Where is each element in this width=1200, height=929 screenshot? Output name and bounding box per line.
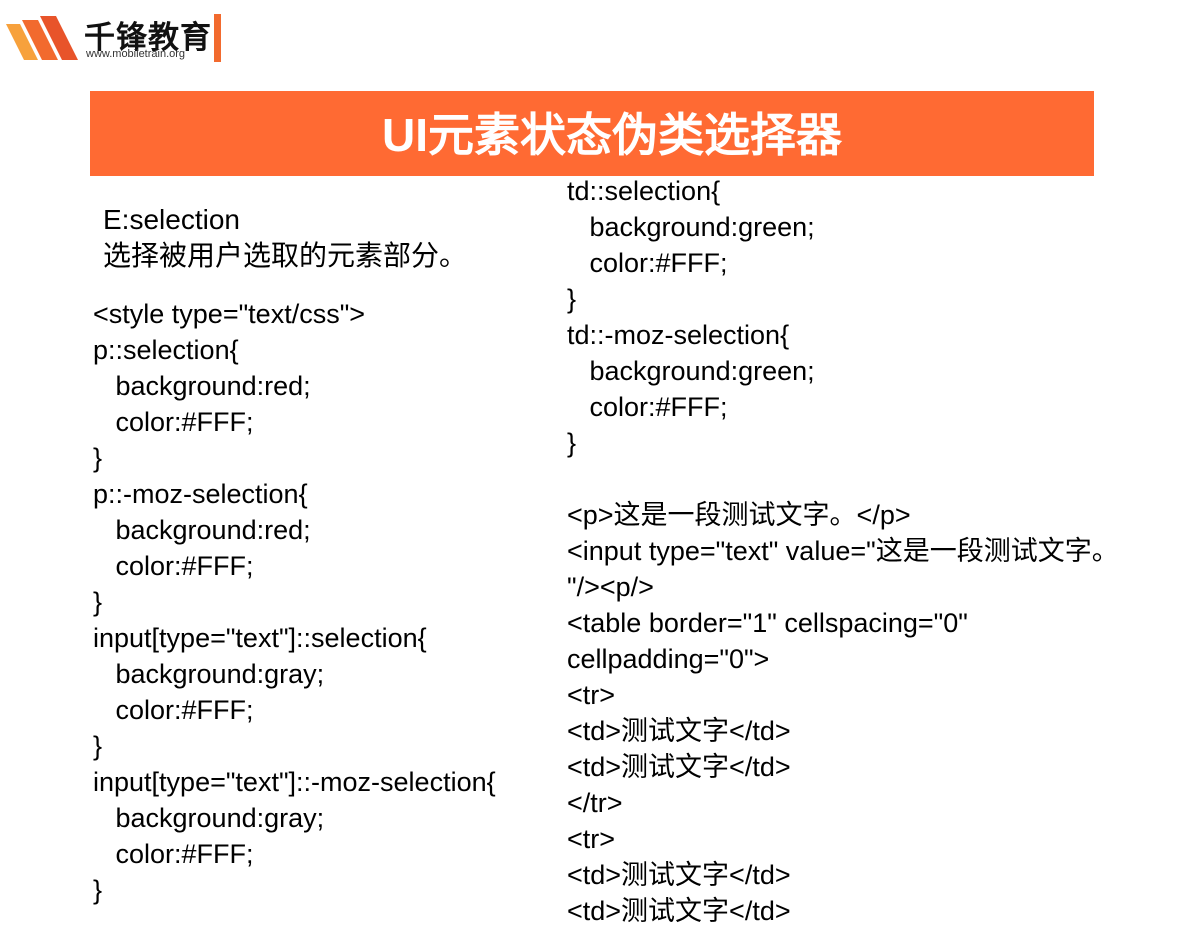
code-left-line: p::selection{ <box>93 335 239 365</box>
code-left-line: input[type="text"]::selection{ <box>93 623 427 653</box>
code-left-line: background:gray; <box>93 803 325 833</box>
code-right-line: color:#FFF; <box>567 392 728 422</box>
code-right-line: background:green; <box>567 356 815 386</box>
code-right-line: td::-moz-selection{ <box>567 320 790 350</box>
code-left-line: color:#FFF; <box>93 839 254 869</box>
code-right-line: <input type="text" value="这是一段测试文字。 <box>567 536 1119 566</box>
selector-explanation: 选择被用户选取的元素部分。 <box>103 240 468 271</box>
page-title: UI元素状态伪类选择器 <box>382 109 842 161</box>
code-left-line: p::-moz-selection{ <box>93 479 308 509</box>
brand-logo: 千锋教育 www.mobiletrain.org <box>6 10 226 66</box>
title-banner: UI元素状态伪类选择器 <box>90 91 1094 176</box>
code-right-line: <table border="1" cellspacing="0" <box>567 608 968 638</box>
code-right-line: td::selection{ <box>567 176 721 206</box>
code-left-line: background:gray; <box>93 659 325 689</box>
code-right-line: <td>测试文字</td> <box>567 752 791 782</box>
code-left-line: background:red; <box>93 515 311 545</box>
code-left-line: background:red; <box>93 371 311 401</box>
code-right-line: color:#FFF; <box>567 248 728 278</box>
code-left-line: <style type="text/css"> <box>93 299 366 329</box>
code-block-right: td::selection{ background:green; color:#… <box>567 173 1119 929</box>
code-right-line: </tr> <box>567 788 623 818</box>
brand-logo-icon <box>6 16 78 60</box>
code-left-line: } <box>93 731 103 761</box>
code-right-line: <p>这是一段测试文字。</p> <box>567 500 911 530</box>
code-right-line <box>567 461 1119 497</box>
code-left-line: } <box>93 443 103 473</box>
code-right-line: "/><p/> <box>567 572 654 602</box>
code-right-line: <td>测试文字</td> <box>567 716 791 746</box>
code-block-left: <style type="text/css">p::selection{ bac… <box>93 296 496 908</box>
code-left-line: color:#FFF; <box>93 407 254 437</box>
selector-name: E:selection <box>103 204 240 235</box>
code-left-line: color:#FFF; <box>93 551 254 581</box>
code-left-line: } <box>93 587 103 617</box>
code-right-line: background:green; <box>567 212 815 242</box>
code-right-line: cellpadding="0"> <box>567 644 770 674</box>
code-right-line: <td>测试文字</td> <box>567 896 791 926</box>
code-right-line: <tr> <box>567 824 616 854</box>
code-right-line: <td>测试文字</td> <box>567 860 791 890</box>
code-left-line: input[type="text"]::-moz-selection{ <box>93 767 496 797</box>
code-left-line: color:#FFF; <box>93 695 254 725</box>
code-right-line: } <box>567 284 577 314</box>
code-right-line: <tr> <box>567 680 616 710</box>
brand-url: www.mobiletrain.org <box>86 48 186 60</box>
brand-divider-bar <box>214 14 221 62</box>
code-right-line: } <box>567 428 577 458</box>
selector-description: E:selection 选择被用户选取的元素部分。 <box>103 202 467 274</box>
code-left-line: } <box>93 875 103 905</box>
